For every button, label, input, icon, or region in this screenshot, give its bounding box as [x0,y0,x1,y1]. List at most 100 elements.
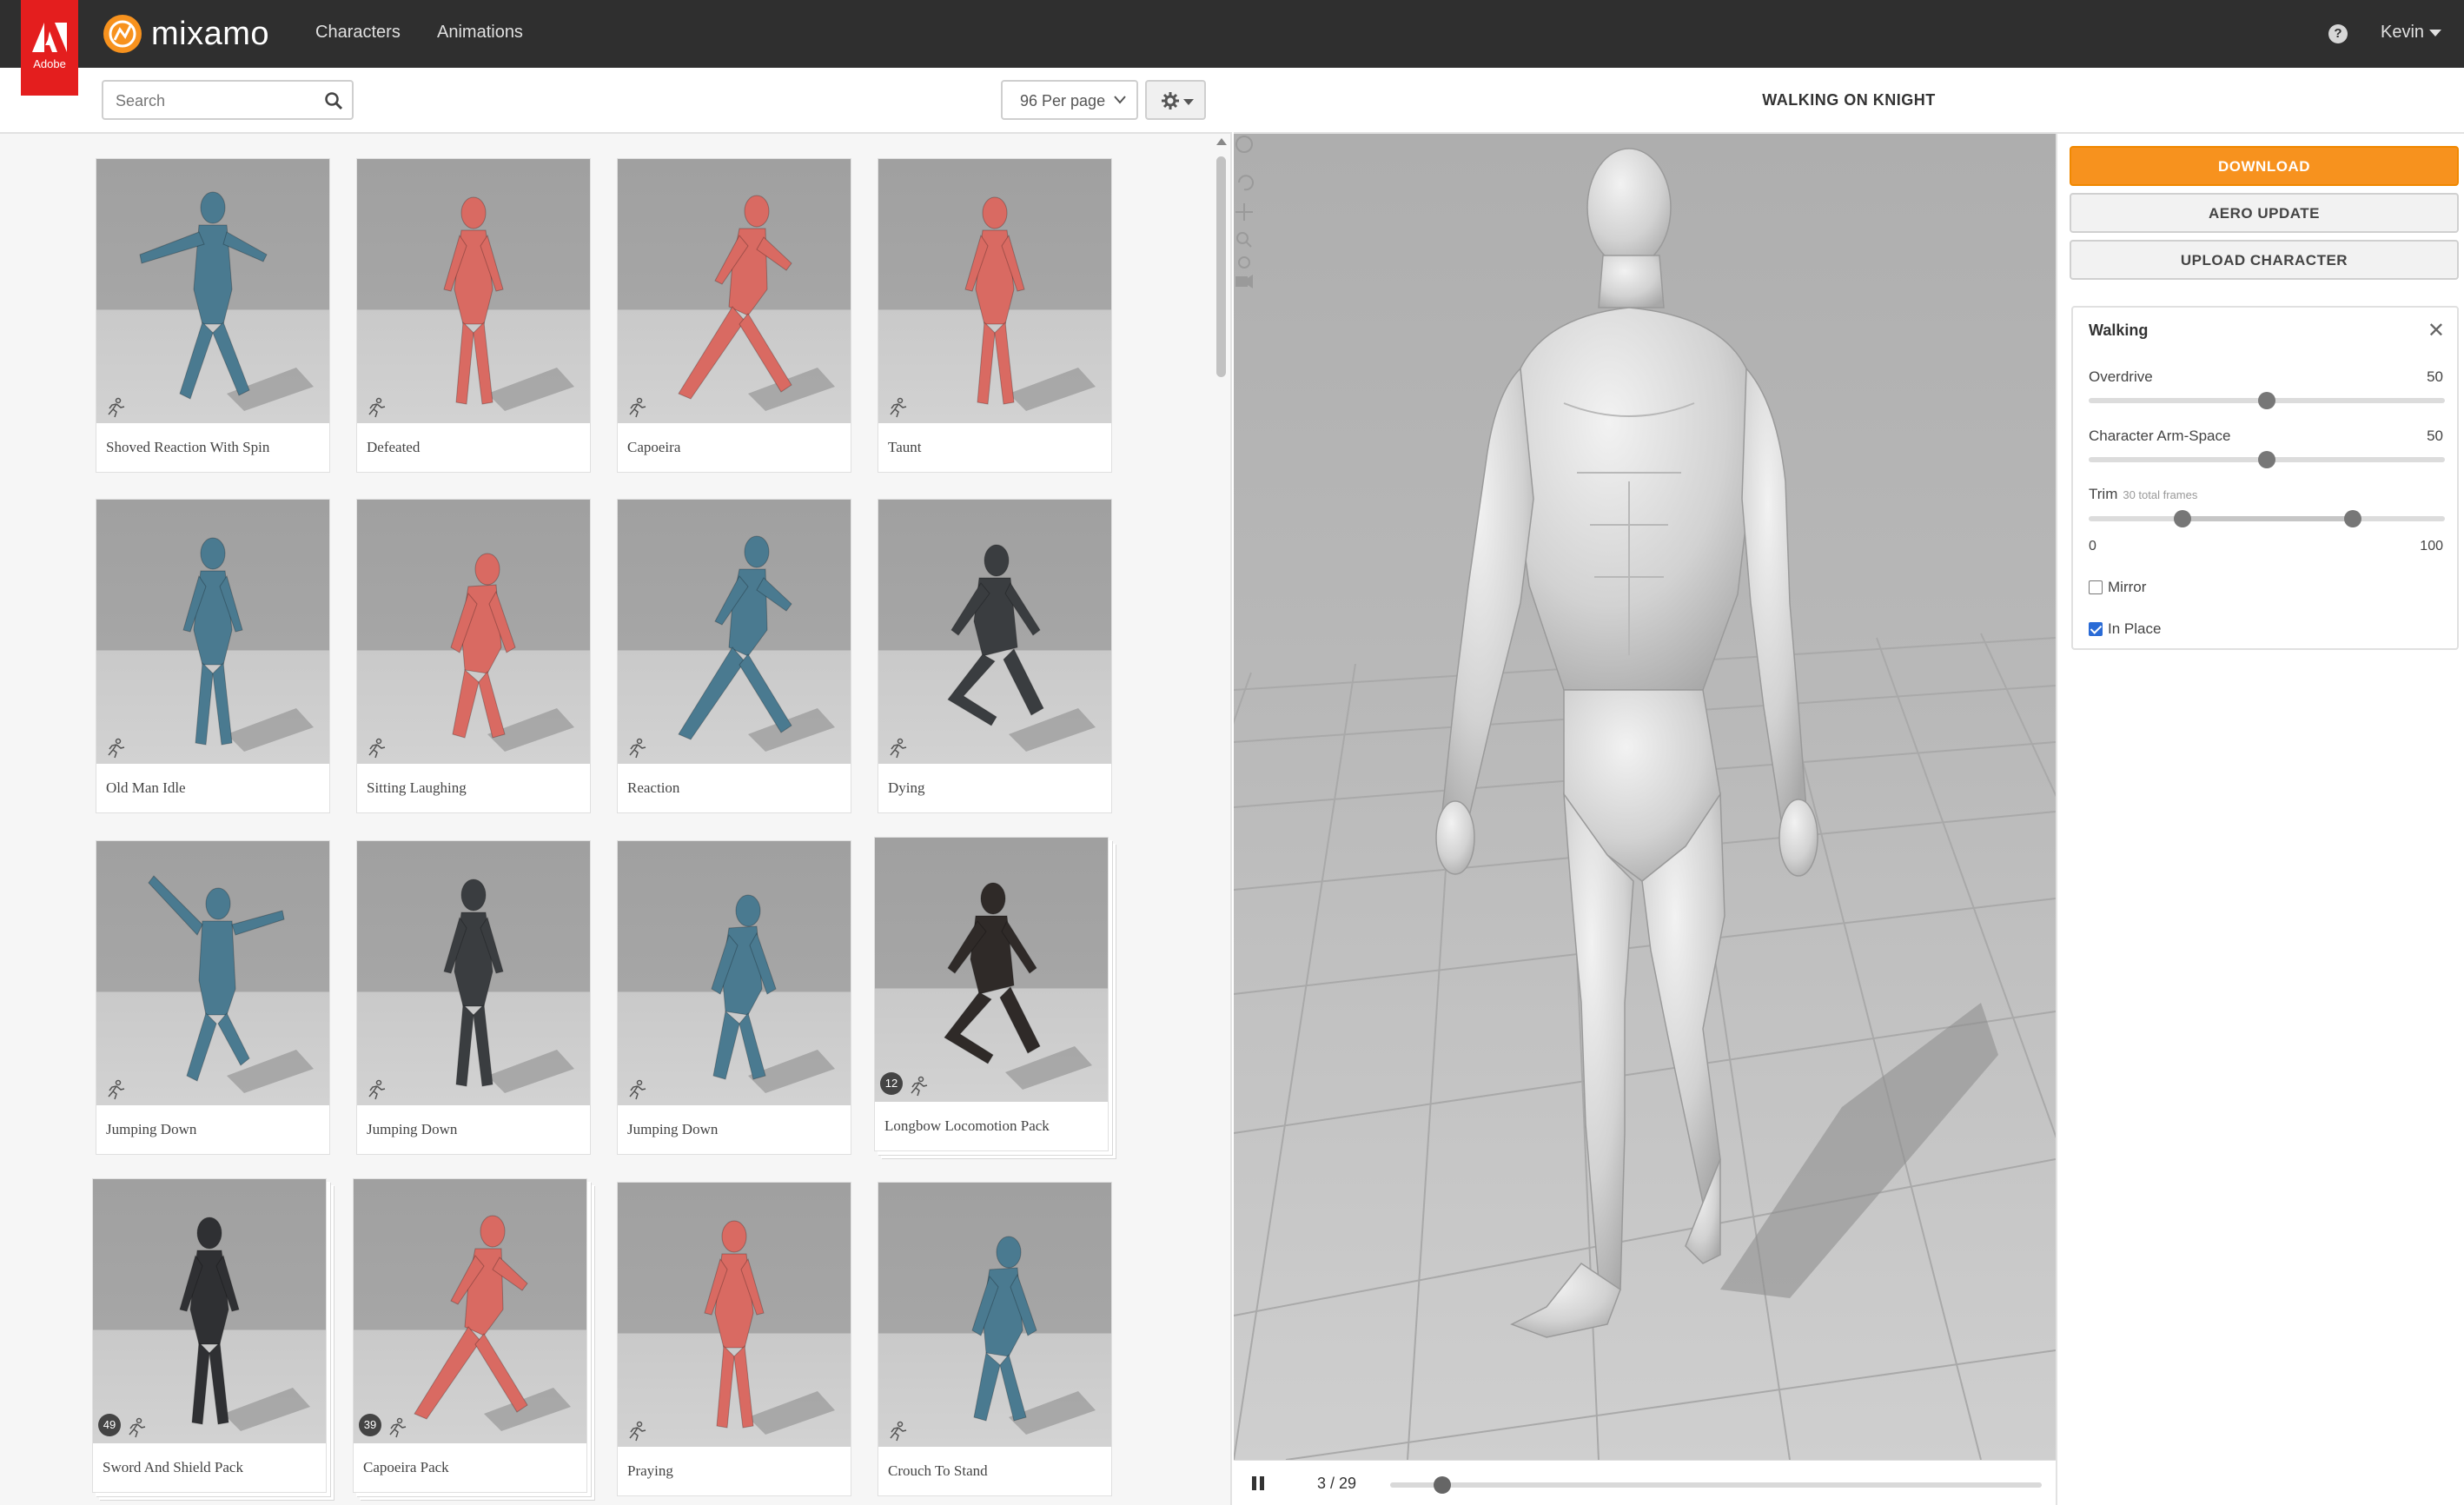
animation-card[interactable]: Crouch To Stand [878,1182,1112,1496]
animation-card[interactable]: Dying [878,499,1112,813]
animation-thumbnail[interactable] [357,159,590,423]
nav-characters[interactable]: Characters [315,23,401,43]
animation-card[interactable]: Jumping Down [356,840,591,1155]
viewer-header: WALKING ON KNIGHT [1234,68,2464,134]
animation-card[interactable]: Defeated [356,158,591,473]
animation-thumbnail[interactable] [618,1183,851,1447]
animation-card-label: Reaction [627,779,680,796]
overdrive-handle[interactable] [2258,392,2275,409]
animation-thumbnail[interactable]: 12 [875,838,1108,1102]
reset-view-icon[interactable] [1235,136,1253,153]
chevron-down-icon [1183,99,1194,105]
animation-thumbnail[interactable] [878,1183,1111,1447]
trim-end-handle[interactable] [2344,510,2361,527]
trim-max: 100 [2420,539,2443,554]
character-figure [148,875,314,1093]
animation-thumbnail[interactable] [618,159,851,423]
close-icon[interactable]: ✕ [2428,318,2445,342]
download-button[interactable]: DOWNLOAD [2070,146,2459,186]
animation-card-label: Shoved Reaction With Spin [106,439,270,455]
trim-range-slider[interactable] [2089,510,2445,527]
animation-card-label: Sitting Laughing [367,779,467,796]
aero-update-button[interactable]: AERO UPDATE [2070,193,2459,233]
animation-pack-card[interactable]: 39 Capoeira Pack [353,1178,587,1493]
in-place-checkbox[interactable]: In Place [2089,620,2161,638]
user-menu[interactable]: Kevin [2381,23,2442,43]
animation-thumbnail[interactable] [96,500,329,764]
mixamo-brand[interactable]: mixamo [103,14,269,54]
per-page-select[interactable]: 96 Per page [1001,80,1138,120]
animation-thumbnail[interactable] [618,841,851,1105]
running-man-icon [629,397,646,418]
overdrive-value: 50 [2427,368,2443,385]
rotate-icon[interactable] [1238,175,1254,191]
animation-card-label: Sword And Shield Pack [103,1459,243,1475]
pause-icon[interactable] [1249,1475,1267,1492]
overdrive-slider[interactable] [2089,392,2445,409]
pan-icon[interactable] [1235,203,1253,221]
trim-start-handle[interactable] [2174,510,2191,527]
animation-thumbnail[interactable] [357,500,590,764]
running-man-icon [890,1421,907,1442]
character-figure [947,544,1096,752]
running-man-icon [911,1076,928,1097]
mirror-checkbox[interactable]: Mirror [2089,579,2146,596]
camera-icon[interactable] [1235,276,1248,287]
library-toolbar: 96 Per page [0,68,1232,134]
animation-card[interactable]: Shoved Reaction With Spin [96,158,330,473]
animation-pack-card[interactable]: 12 Longbow Locomotion Pack [874,837,1109,1151]
pack-count-badge: 12 [880,1072,903,1095]
arm-space-slider[interactable] [2089,451,2445,468]
scroll-thumb[interactable] [1216,156,1226,377]
animation-card[interactable]: Jumping Down [96,840,330,1155]
animation-thumbnail[interactable] [96,159,329,423]
adobe-logo-icon [32,23,67,52]
animation-card[interactable]: Praying [617,1182,851,1496]
animation-card[interactable]: Sitting Laughing [356,499,591,813]
playhead-handle[interactable] [1434,1476,1451,1494]
running-man-icon [108,738,125,759]
scroll-up-arrow[interactable] [1216,138,1227,145]
running-man-icon [108,1079,125,1100]
animation-card[interactable]: Reaction [617,499,851,813]
character-figure [678,535,835,752]
grid-scrollbar[interactable] [1212,134,1232,1505]
gear-icon [1162,92,1179,109]
animation-thumbnail[interactable] [878,159,1111,423]
upload-character-button[interactable]: UPLOAD CHARACTER [2070,240,2459,280]
character-figure [711,894,835,1093]
animation-card-label: Longbow Locomotion Pack [884,1117,1050,1134]
chevron-down-icon [1114,96,1126,104]
animation-thumbnail[interactable]: 39 [354,1179,586,1443]
nav-animations[interactable]: Animations [437,23,523,43]
mirror-check-box[interactable] [2089,580,2103,594]
animation-card[interactable]: Old Man Idle [96,499,330,813]
animation-thumbnail[interactable] [618,500,851,764]
in-place-check-box[interactable] [2089,622,2103,636]
animation-thumbnail[interactable] [96,841,329,1105]
animation-card-label: Old Man Idle [106,779,186,796]
animation-thumbnail[interactable] [357,841,590,1105]
animation-card[interactable]: Taunt [878,158,1112,473]
search-icon[interactable] [324,91,343,110]
character-figure [704,1220,835,1435]
animation-thumbnail[interactable]: 49 [93,1179,326,1443]
animation-pack-card[interactable]: 49 Sword And Shield Pack [92,1178,327,1493]
search-box[interactable] [102,80,354,120]
arm-space-handle[interactable] [2258,451,2275,468]
3d-viewport[interactable] [1234,134,2056,1460]
animation-thumbnail[interactable] [878,500,1111,764]
search-input[interactable] [116,90,315,112]
help-icon[interactable]: ? [2328,24,2348,43]
settings-dropdown-button[interactable] [1145,80,1206,120]
adobe-logo[interactable]: Adobe [21,0,78,96]
running-man-icon [368,397,386,418]
viewer-title: WALKING ON KNIGHT [1762,91,1936,109]
timeline-slider[interactable] [1390,1476,2042,1494]
arm-space-value: 50 [2427,428,2443,444]
zoom-fit-icon[interactable] [1238,256,1250,269]
animation-card-label: Praying [627,1462,673,1479]
animation-card[interactable]: Capoeira [617,158,851,473]
animation-card[interactable]: Jumping Down [617,840,851,1155]
character-figure [443,196,574,411]
